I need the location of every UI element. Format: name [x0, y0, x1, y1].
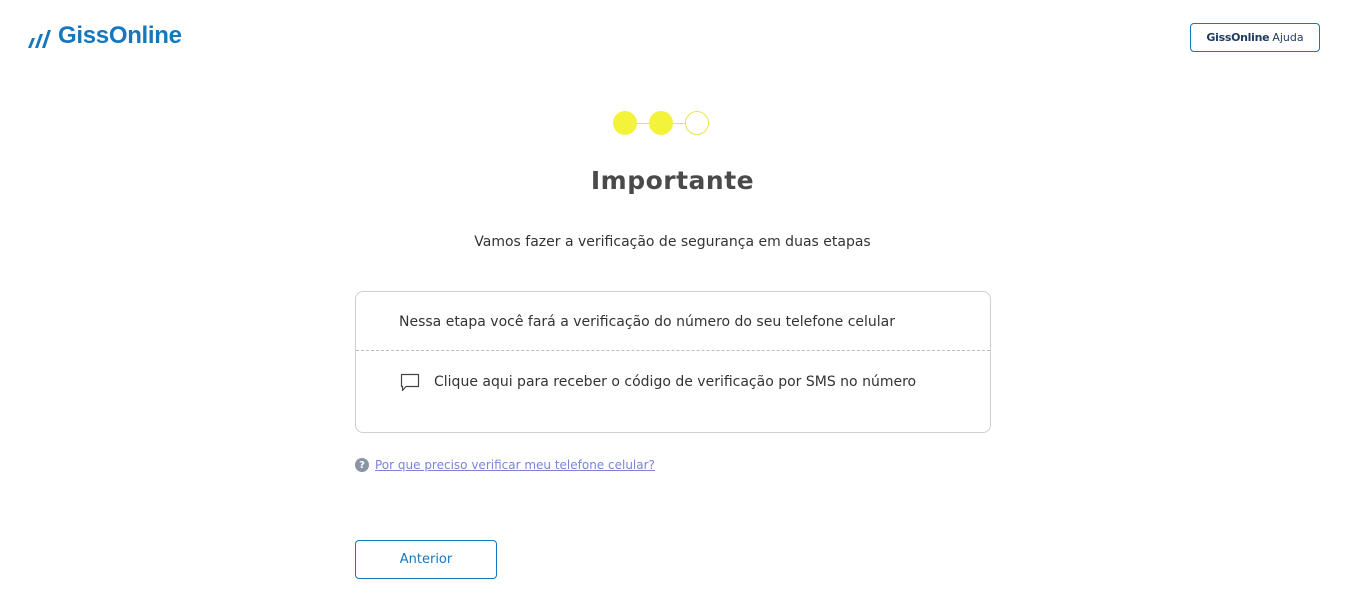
- sms-option-text: Clique aqui para receber o código de ver…: [434, 374, 917, 390]
- why-verify-phone-link[interactable]: ? Por que preciso verificar meu telefone…: [355, 458, 655, 472]
- step-connector: [637, 122, 649, 124]
- question-circle-icon: ?: [355, 458, 369, 472]
- step-1-indicator: [613, 111, 637, 135]
- card-divider: [356, 350, 990, 351]
- page: GissOnline GissOnline Ajuda Importante V…: [0, 0, 1345, 612]
- gissonline-logo[interactable]: GissOnline: [28, 20, 182, 48]
- bar-chart-logo-icon: [28, 26, 54, 48]
- help-button-brand: GissOnline: [1206, 31, 1270, 44]
- help-button[interactable]: GissOnline Ajuda: [1190, 23, 1320, 52]
- previous-button[interactable]: Anterior: [355, 540, 497, 579]
- verification-card: Nessa etapa você fará a verificação do n…: [355, 291, 991, 433]
- verification-info-text: Nessa etapa você fará a verificação do n…: [399, 314, 895, 330]
- step-connector: [673, 122, 685, 124]
- page-subtitle: Vamos fazer a verificação de segurança e…: [474, 234, 871, 250]
- page-title: Importante: [590, 166, 755, 195]
- progress-stepper: [613, 110, 733, 136]
- why-verify-link-text: Por que preciso verificar meu telefone c…: [375, 458, 655, 472]
- step-3-indicator: [685, 111, 709, 135]
- logo-text: GissOnline: [58, 22, 182, 49]
- chat-bubble-icon: [399, 371, 421, 393]
- step-2-indicator: [649, 111, 673, 135]
- help-button-label: Ajuda: [1272, 31, 1304, 44]
- sms-verification-option[interactable]: Clique aqui para receber o código de ver…: [399, 371, 916, 393]
